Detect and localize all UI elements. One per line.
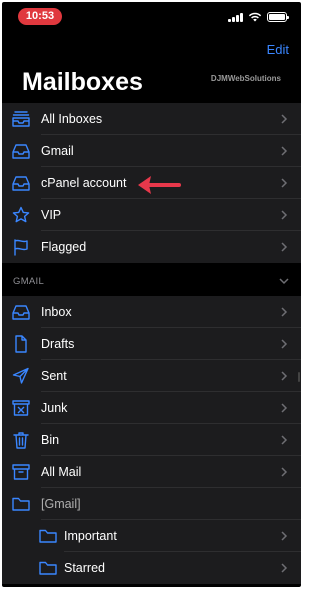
mailbox-vip[interactable]: VIP <box>2 199 301 231</box>
inbox-tray-icon <box>12 176 30 191</box>
tray-stack-icon <box>12 111 30 127</box>
archive-box-icon <box>12 464 30 480</box>
chevron-right-icon <box>281 435 288 445</box>
phone-screen: 10:53 Edit Mailboxes DJMWebSolutions All… <box>2 2 301 587</box>
inbox-tray-icon <box>12 144 30 159</box>
chevron-right-icon <box>281 339 288 349</box>
wifi-icon <box>248 12 262 22</box>
mailbox-label: Gmail <box>41 144 74 158</box>
chevron-right-icon <box>281 307 288 317</box>
mailbox-all-inboxes[interactable]: All Inboxes <box>2 103 301 135</box>
mailbox-gmail-folder[interactable]: [Gmail] <box>2 488 301 520</box>
chevron-right-icon <box>281 178 288 188</box>
mailbox-label: Bin <box>41 433 60 447</box>
mailbox-label: Important <box>64 529 117 543</box>
mailbox-label: Drafts <box>41 337 75 351</box>
scrollbar[interactable] <box>298 372 300 382</box>
mailbox-label: cPanel account <box>41 176 127 190</box>
mailbox-label: Sent <box>41 369 67 383</box>
mailbox-label: All Mail <box>41 465 82 479</box>
chevron-right-icon <box>281 114 288 124</box>
edit-button[interactable]: Edit <box>267 42 289 57</box>
mailbox-label: VIP <box>41 208 62 222</box>
flag-icon <box>14 239 28 256</box>
folder-icon <box>12 497 30 511</box>
mailbox-label: Flagged <box>41 240 87 254</box>
mailbox-all-mail[interactable]: All Mail <box>2 456 301 488</box>
mailbox-label: All Inboxes <box>41 112 103 126</box>
watermark: DJMWebSolutions <box>210 74 281 83</box>
gmail-mailboxes-list: Inbox Drafts Sent Junk Bin All Mail [Gma… <box>2 296 301 584</box>
junk-box-icon <box>12 400 30 416</box>
mailbox-inbox[interactable]: Inbox <box>2 296 301 328</box>
folder-icon <box>39 561 57 575</box>
section-title: GMAIL <box>13 276 45 287</box>
mailbox-label: Inbox <box>41 305 72 319</box>
chevron-right-icon <box>281 403 288 413</box>
mailbox-flagged[interactable]: Flagged <box>2 231 301 263</box>
document-icon <box>15 335 27 353</box>
trash-icon <box>13 432 29 449</box>
page-title: Mailboxes <box>22 68 143 96</box>
status-bar: 10:53 <box>2 2 301 32</box>
mailbox-label: Starred <box>64 561 105 575</box>
mailbox-sent[interactable]: Sent <box>2 360 301 392</box>
chevron-right-icon <box>281 531 288 541</box>
folder-icon <box>39 529 57 543</box>
status-icons <box>228 11 289 23</box>
chevron-right-icon <box>281 242 288 252</box>
mailbox-important[interactable]: Important <box>2 520 301 552</box>
mailbox-label: Junk <box>41 401 68 415</box>
section-header-gmail[interactable]: GMAIL <box>2 264 301 298</box>
annotation-arrow <box>138 176 181 194</box>
cellular-signal-icon <box>228 12 243 22</box>
chevron-right-icon <box>281 210 288 220</box>
status-time: 10:53 <box>18 8 62 25</box>
mailbox-gmail[interactable]: Gmail <box>2 135 301 167</box>
paper-plane-icon <box>12 367 29 384</box>
mailbox-label: [Gmail] <box>41 497 81 511</box>
battery-icon <box>267 12 289 22</box>
inbox-tray-icon <box>12 305 30 320</box>
chevron-right-icon <box>281 371 288 381</box>
mailbox-junk[interactable]: Junk <box>2 392 301 424</box>
mailbox-bin[interactable]: Bin <box>2 424 301 456</box>
mailbox-starred[interactable]: Starred <box>2 552 301 584</box>
mailbox-drafts[interactable]: Drafts <box>2 328 301 360</box>
chevron-right-icon <box>281 467 288 477</box>
chevron-down-icon[interactable] <box>279 276 289 286</box>
chevron-right-icon <box>281 146 288 156</box>
star-icon <box>12 206 30 223</box>
chevron-right-icon <box>281 563 288 573</box>
